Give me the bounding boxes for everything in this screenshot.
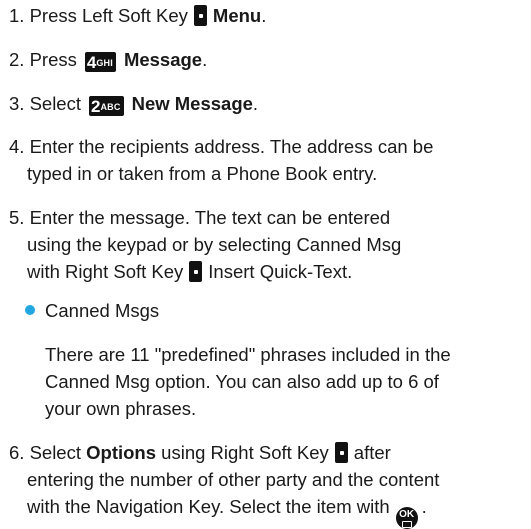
step-6-line-3: with the Navigation Key. Select the item… <box>27 493 427 529</box>
step-1-period: . <box>261 5 267 26</box>
step-2-text: 2. Press <box>9 49 77 70</box>
step-3-text: 3. Select <box>9 93 81 114</box>
step-2: 2. Press 4GHI Message. <box>9 46 207 73</box>
message-label: Message <box>123 49 203 70</box>
new-message-label: New Message <box>131 93 253 114</box>
bullet-canned-msgs: Canned Msgs <box>45 300 160 321</box>
step-5-line-1: 5. Enter the message. The text can be en… <box>9 207 391 228</box>
step-6-line-2: entering the number of other party and t… <box>27 469 440 490</box>
bullet-icon <box>25 305 35 315</box>
step-4-line-1: 4. Enter the recipients address. The add… <box>9 136 434 157</box>
options-label: Options <box>86 442 157 463</box>
step-4-line-2: typed in or taken from a Phone Book entr… <box>27 163 378 184</box>
step-6-line-1: 6. Select Options using Right Soft Key af… <box>9 442 391 463</box>
step-5-line-3: with Right Soft Key Insert Quick-Text. <box>27 261 353 282</box>
ok-key-icon: OK <box>395 507 418 529</box>
step-1: 1. Press Left Soft Key Menu. <box>9 2 266 29</box>
key-4-ghi-icon: 4GHI <box>84 52 116 72</box>
canned-msg-line-2: Canned Msg option. You can also add up t… <box>45 371 439 392</box>
canned-msg-line-1: There are 11 "predefined" phrases includ… <box>45 344 451 365</box>
key-2-abc-icon: 2ABC <box>89 96 124 116</box>
step-1-text: 1. Press Left Soft Key <box>9 5 188 26</box>
right-soft-key-icon <box>189 261 203 282</box>
step-3-period: . <box>252 93 259 114</box>
left-soft-key-icon <box>193 5 207 26</box>
menu-label: Menu <box>212 5 262 26</box>
step-3: 3. Select 2ABC New Message. <box>9 90 258 117</box>
manual-page: 1. Press Left Soft Key Menu. 2. Press 4GHI… <box>0 0 531 529</box>
right-soft-key-icon <box>334 442 348 463</box>
step-5-line-2: using the keypad or by selecting Canned … <box>27 234 402 255</box>
canned-msg-line-3: your own phrases. <box>45 398 197 419</box>
step-2-period: . <box>202 49 208 70</box>
